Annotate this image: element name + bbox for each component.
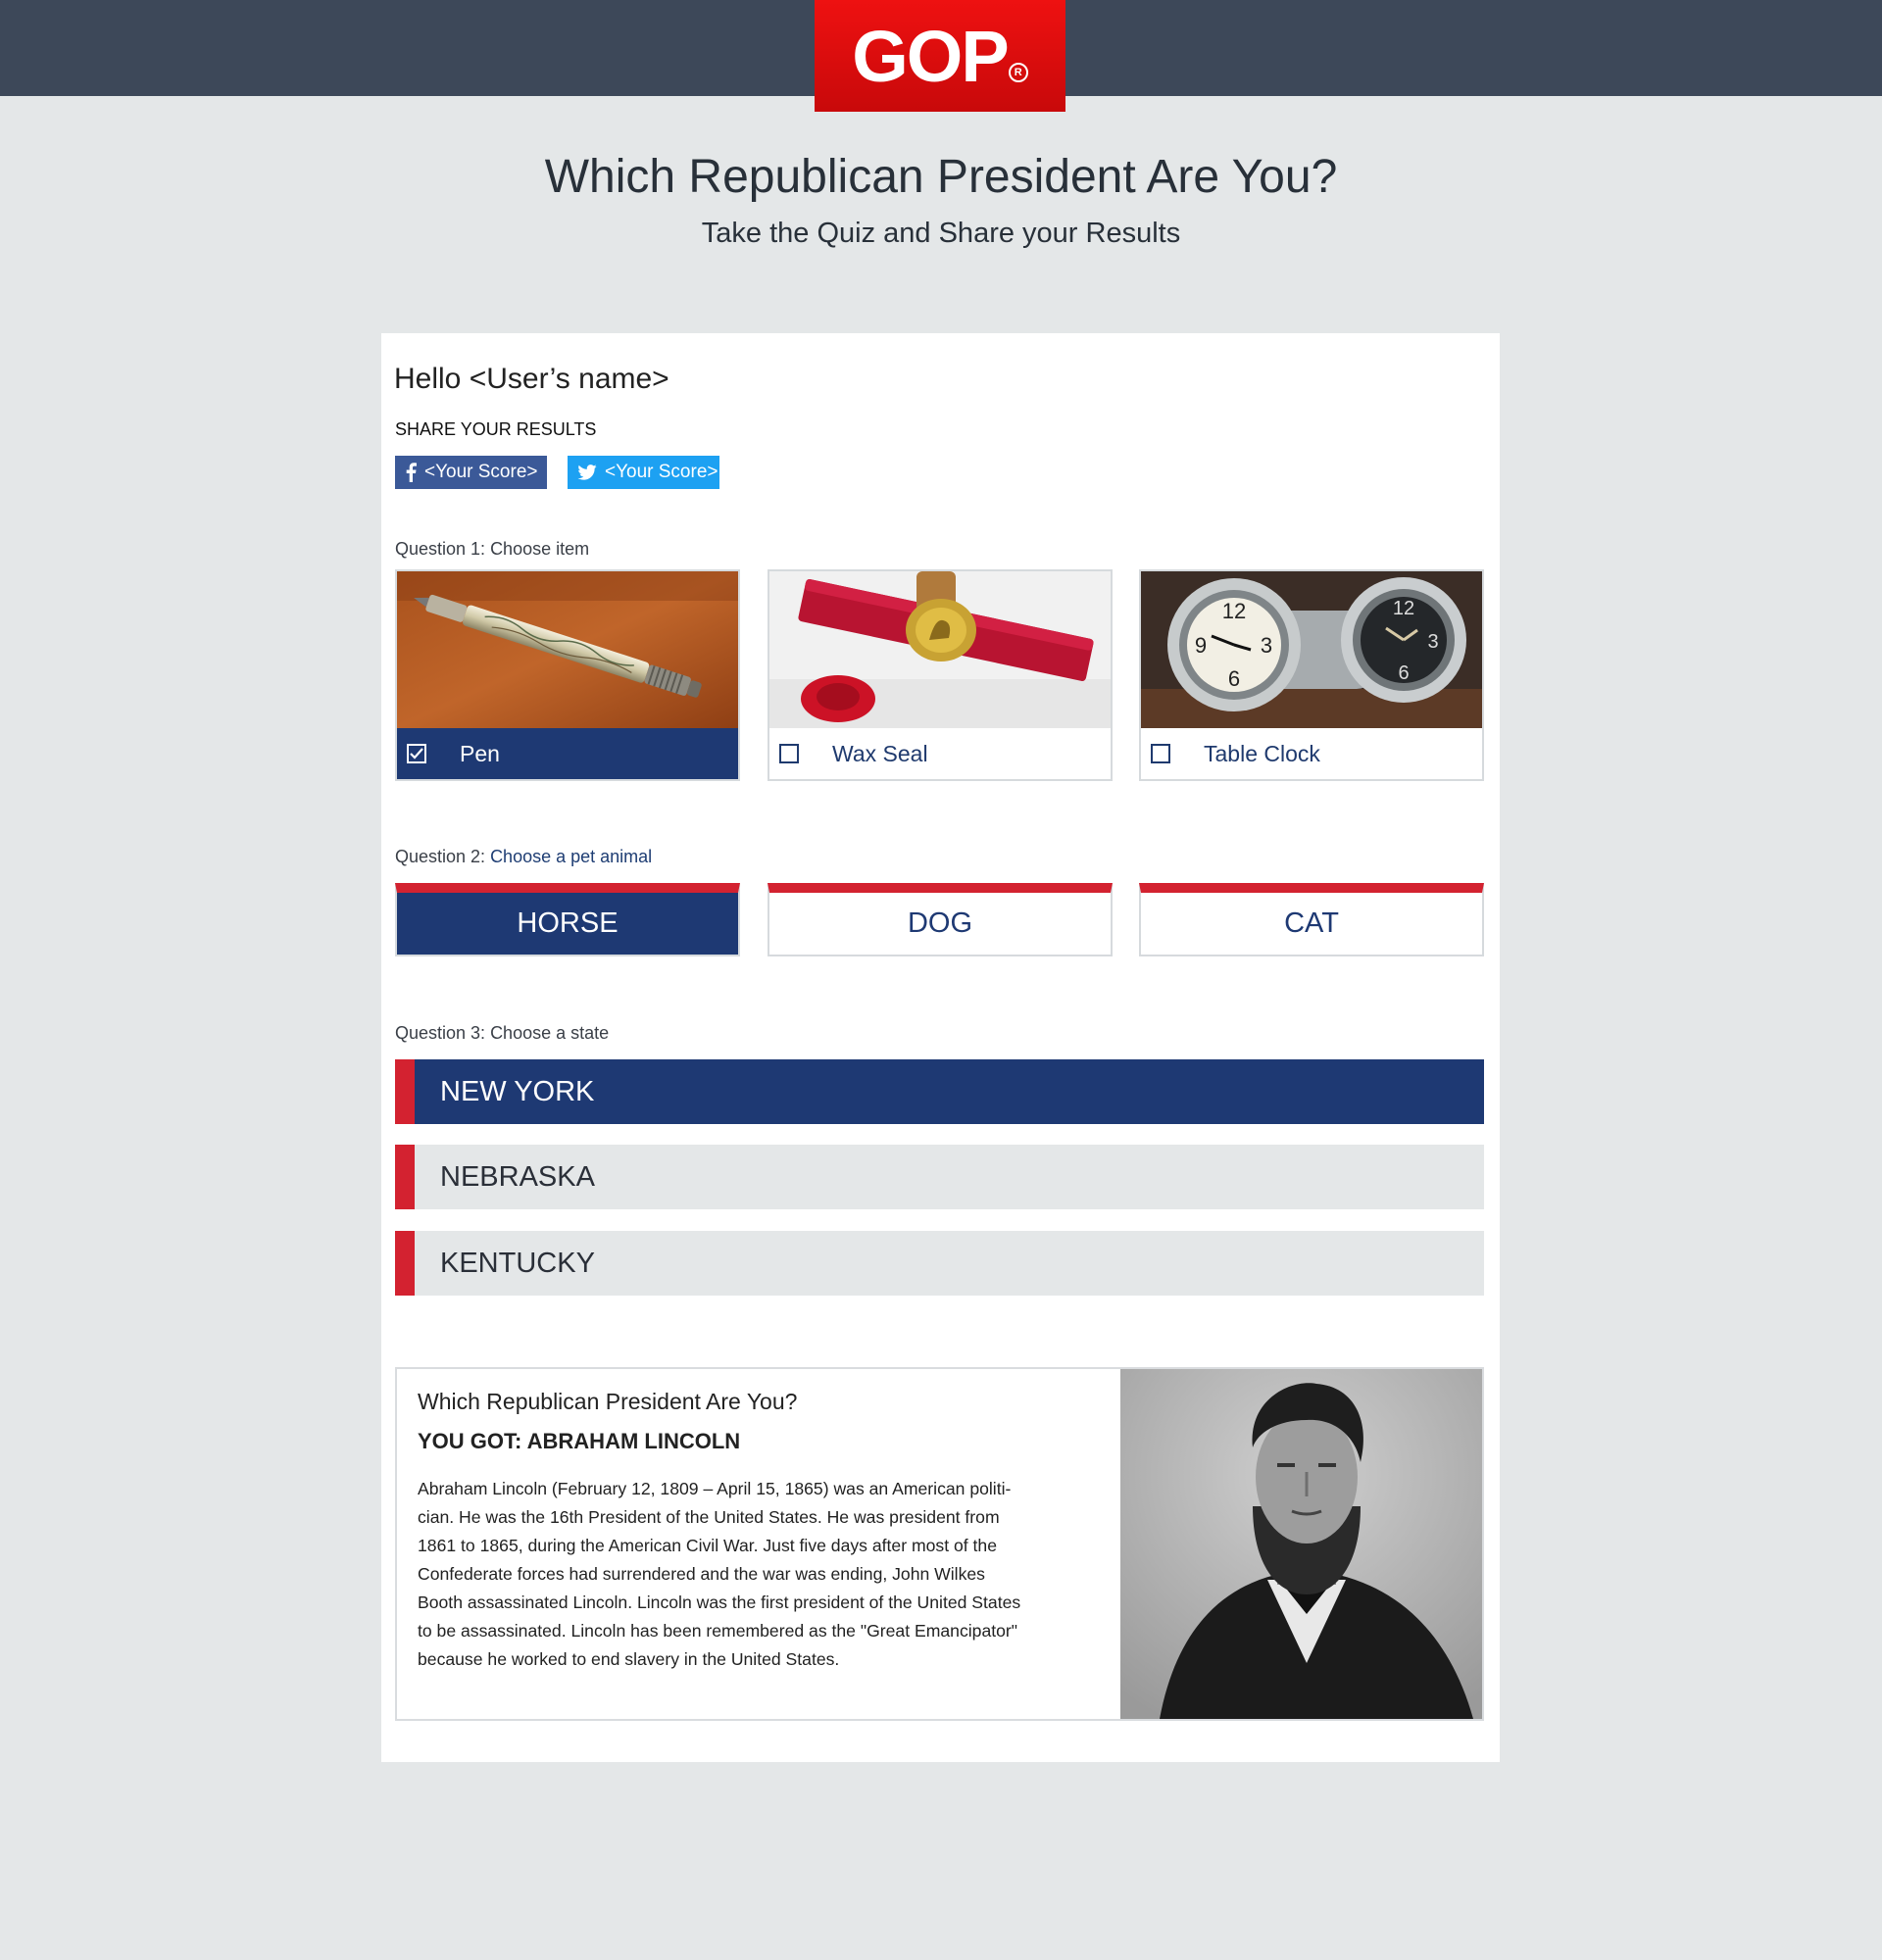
question-2-prefix: Question 2: [395,847,491,866]
cat-label: CAT [1284,907,1339,939]
result-line: 1861 to 1865, during the American Civil … [418,1536,997,1555]
svg-text:3: 3 [1261,633,1272,658]
greeting: Hello <User’s name> [394,363,669,395]
table-clock-image: 12 3 6 9 12 3 6 [1141,571,1482,728]
wax-seal-image [769,571,1111,728]
pen-image [397,571,738,728]
page-title: Which Republican President Are You? [544,151,1338,203]
facebook-icon [406,463,417,482]
svg-text:6: 6 [1228,666,1240,691]
checkbox-icon[interactable] [779,744,799,763]
dog-label: DOG [907,907,973,939]
svg-text:12: 12 [1222,599,1246,623]
result-quiz-title: Which Republican President Are You? [418,1389,798,1414]
svg-text:9: 9 [1195,633,1207,658]
question-1-label: Question 1: Choose item [395,539,589,560]
twitter-icon [577,465,597,480]
option-new-york[interactable]: NEW YORK [395,1059,1484,1124]
quiz-card: Hello <User’s name> SHARE YOUR RESULTS <… [381,333,1500,1762]
wax-seal-option-footer: Wax Seal [769,728,1111,779]
result-line: because he worked to end slavery in the … [418,1649,840,1669]
option-table-clock[interactable]: 12 3 6 9 12 3 6 Table Clock [1139,569,1484,781]
result-description: Abraham Lincoln (February 12, 1809 – Apr… [418,1475,1065,1674]
result-line: Confederate forces had surrendered and t… [418,1564,985,1584]
pen-label: Pen [460,740,500,766]
lincoln-portrait [1120,1369,1482,1719]
checkbox-icon[interactable] [1151,744,1170,763]
page-subtitle: Take the Quiz and Share your Results [701,218,1181,249]
wax-seal-label: Wax Seal [832,740,928,766]
facebook-share-label: <Your Score> [424,462,538,482]
option-kentucky[interactable]: KENTUCKY [395,1231,1484,1296]
result-panel: Which Republican President Are You? YOU … [395,1367,1484,1721]
option-nebraska[interactable]: NEBRASKA [395,1145,1484,1209]
question-2-text: Choose a pet animal [490,847,653,866]
option-horse[interactable]: HORSE [395,883,740,956]
svg-text:6: 6 [1398,662,1409,684]
result-line: cian. He was the 16th President of the U… [418,1507,1000,1527]
result-headline: YOU GOT: ABRAHAM LINCOLN [418,1429,741,1453]
gop-logo[interactable]: GOP R [815,0,1065,112]
kentucky-label: KENTUCKY [440,1247,595,1279]
share-label: SHARE YOUR RESULTS [395,419,597,439]
question-1-text: Choose item [490,539,590,559]
question-1-prefix: Question 1: [395,539,491,559]
twitter-share-button[interactable]: <Your Score> [568,456,719,489]
option-dog[interactable]: DOG [768,883,1113,956]
question-2-label: Question 2: Choose a pet animal [395,847,652,867]
horse-label: HORSE [517,907,619,939]
nebraska-label: NEBRASKA [440,1160,595,1193]
result-line: Abraham Lincoln (February 12, 1809 – Apr… [418,1479,1012,1498]
svg-text:12: 12 [1393,598,1414,619]
table-clock-label: Table Clock [1204,740,1320,766]
result-line: to be assassinated. Lincoln has been rem… [418,1621,1018,1641]
new-york-label: NEW YORK [440,1075,595,1107]
facebook-share-button[interactable]: <Your Score> [395,456,547,489]
pen-option-footer: Pen [397,728,738,779]
svg-text:3: 3 [1427,631,1438,653]
question-3-prefix: Question 3: [395,1023,491,1043]
option-wax-seal[interactable]: Wax Seal [768,569,1113,781]
result-line: Booth assassinated Lincoln. Lincoln was … [418,1592,1021,1612]
option-pen[interactable]: Pen [395,569,740,781]
question-3-label: Question 3: Choose a state [395,1023,609,1044]
table-clock-option-footer: Table Clock [1141,728,1482,779]
option-cat[interactable]: CAT [1139,883,1484,956]
logo-text: GOP [852,16,1009,97]
twitter-share-label: <Your Score> [605,462,718,482]
registered-mark-icon: R [1008,63,1028,82]
question-3-text: Choose a state [490,1023,610,1043]
checked-checkbox-icon[interactable] [407,744,426,763]
